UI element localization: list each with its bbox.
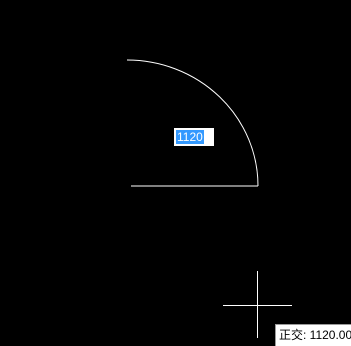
drawing-canvas[interactable]: 1120 正交: 1120.00 [0, 0, 351, 346]
ortho-tooltip-text: 正交: 1120.00 [279, 328, 351, 342]
arc-entity [126, 59, 259, 187]
dynamic-input-field[interactable]: 1120 [174, 128, 214, 146]
drawing-geometry [126, 59, 292, 338]
ortho-tooltip: 正交: 1120.00 [275, 324, 351, 346]
dynamic-input-value: 1120 [176, 130, 204, 144]
